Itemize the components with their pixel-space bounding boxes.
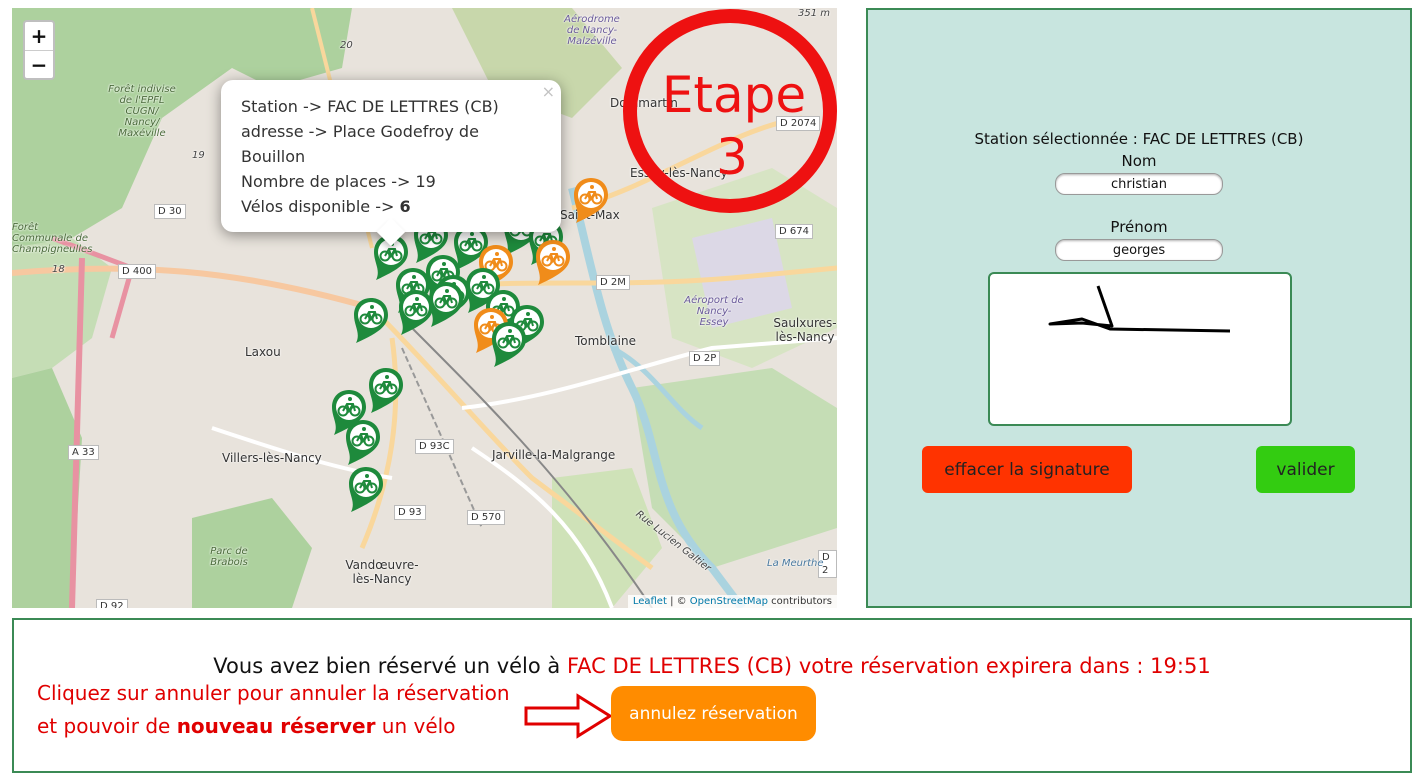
river-label: La Meurthe — [767, 558, 824, 569]
attribution-contributors: contributors — [768, 596, 832, 607]
bike-station-marker[interactable] — [427, 280, 465, 328]
popup-address-line1: adresse -> Place Godefroy de — [241, 122, 479, 141]
popup-places: Nombre de places -> 19 — [241, 172, 436, 191]
bike-station-marker[interactable] — [352, 296, 390, 344]
reservation-message-start: Vous avez bien réservé un vélo à — [213, 654, 567, 678]
prenom-label: Prénom — [1110, 218, 1168, 236]
place-label: Forêt Communale de Champigneulles — [12, 222, 93, 255]
selected-station-text: Station sélectionnée : FAC DE LETTRES (C… — [974, 130, 1304, 148]
zoom-control: + − — [23, 20, 55, 80]
bike-station-marker[interactable] — [490, 320, 528, 368]
place-label: Parc de Brabois — [210, 546, 248, 568]
step-3-annotation: Etape 3 — [623, 9, 837, 213]
place-label: Tomblaine — [575, 334, 636, 348]
road-label: D 2P — [689, 351, 721, 366]
road-label: D 570 — [467, 510, 505, 525]
help-text-bold: nouveau réserver — [176, 714, 376, 738]
signature-canvas[interactable] — [988, 272, 1292, 426]
nom-label: Nom — [1121, 152, 1157, 170]
bike-station-marker[interactable] — [367, 366, 405, 414]
leaflet-link[interactable]: Leaflet — [633, 596, 667, 607]
road-label: D 400 — [118, 264, 156, 279]
popup-bikes: Vélos disponible -> 6 — [241, 194, 541, 219]
road-label: D 92 — [96, 599, 128, 608]
prenom-field[interactable] — [1055, 239, 1223, 261]
zoom-in-button[interactable]: + — [25, 22, 53, 50]
step-word: Etape — [662, 66, 806, 124]
bike-station-marker[interactable] — [347, 465, 385, 513]
road-label: 20 — [340, 40, 353, 51]
station-popup: × Station -> FAC DE LETTRES (CB) adresse… — [221, 80, 561, 247]
place-label: Saulxures-lès-Nancy — [773, 316, 837, 344]
bike-station-marker[interactable] — [344, 418, 382, 466]
road-label: D 2M — [596, 275, 630, 290]
road-label: A 33 — [68, 445, 99, 460]
osm-link[interactable]: OpenStreetMap — [690, 596, 768, 607]
place-label: Laxou — [245, 345, 281, 359]
popup-bikes-value: 6 — [399, 197, 411, 216]
reservation-message: Vous avez bien réservé un vélo à FAC DE … — [14, 654, 1410, 678]
reservation-expiry: votre réservation expirera dans : 19:51 — [792, 654, 1211, 678]
bike-station-marker[interactable] — [534, 238, 572, 286]
popup-address-line2: Bouillon — [241, 147, 306, 166]
arrow-right-icon — [524, 693, 613, 739]
place-label: Villers-lès-Nancy — [222, 451, 322, 465]
road-label: 19 — [192, 150, 205, 161]
place-label: Jarville-la-Malgrange — [492, 448, 616, 462]
road-label: D 30 — [154, 204, 186, 219]
road-label: D 674 — [775, 224, 813, 239]
road-label: 18 — [52, 264, 65, 275]
help-text-end: un vélo — [375, 714, 456, 738]
popup-close-button[interactable]: × — [542, 82, 555, 101]
reservation-station: FAC DE LETTRES (CB) — [566, 654, 793, 678]
zoom-out-button[interactable]: − — [25, 50, 53, 78]
place-label: Forêt indivise de l'EPFL CUGN/ Nancy/ Ma… — [108, 84, 176, 139]
map-attribution: Leaflet | © OpenStreetMap contributors — [627, 595, 837, 608]
validate-button[interactable]: valider — [1256, 446, 1355, 493]
place-label: Vandœuvre-lès-Nancy — [345, 558, 419, 586]
attribution-separator: | © — [666, 596, 690, 607]
cancel-reservation-button[interactable]: annulez réservation — [611, 686, 816, 741]
road-label: D 93C — [415, 439, 454, 454]
bike-station-marker[interactable] — [572, 176, 610, 224]
popup-station: Station -> FAC DE LETTRES (CB) — [241, 97, 499, 116]
step-number: 3 — [716, 128, 748, 186]
road-label: D 93 — [394, 505, 426, 520]
clear-signature-button[interactable]: effacer la signature — [922, 446, 1132, 493]
place-label: Aéroport de Nancy-Essey — [684, 295, 744, 328]
cancel-help-text: Cliquez sur annuler pour annuler la rése… — [37, 677, 527, 743]
popup-bikes-label: Vélos disponible -> — [241, 197, 400, 216]
reservation-form-panel: Station sélectionnée : FAC DE LETTRES (C… — [866, 8, 1412, 608]
nom-field[interactable] — [1055, 173, 1223, 195]
signature-stroke — [1048, 285, 1231, 333]
place-label: Aérodrome de Nancy-Malzéville — [564, 14, 620, 47]
reservation-status-bar: Vous avez bien réservé un vélo à FAC DE … — [12, 618, 1412, 773]
